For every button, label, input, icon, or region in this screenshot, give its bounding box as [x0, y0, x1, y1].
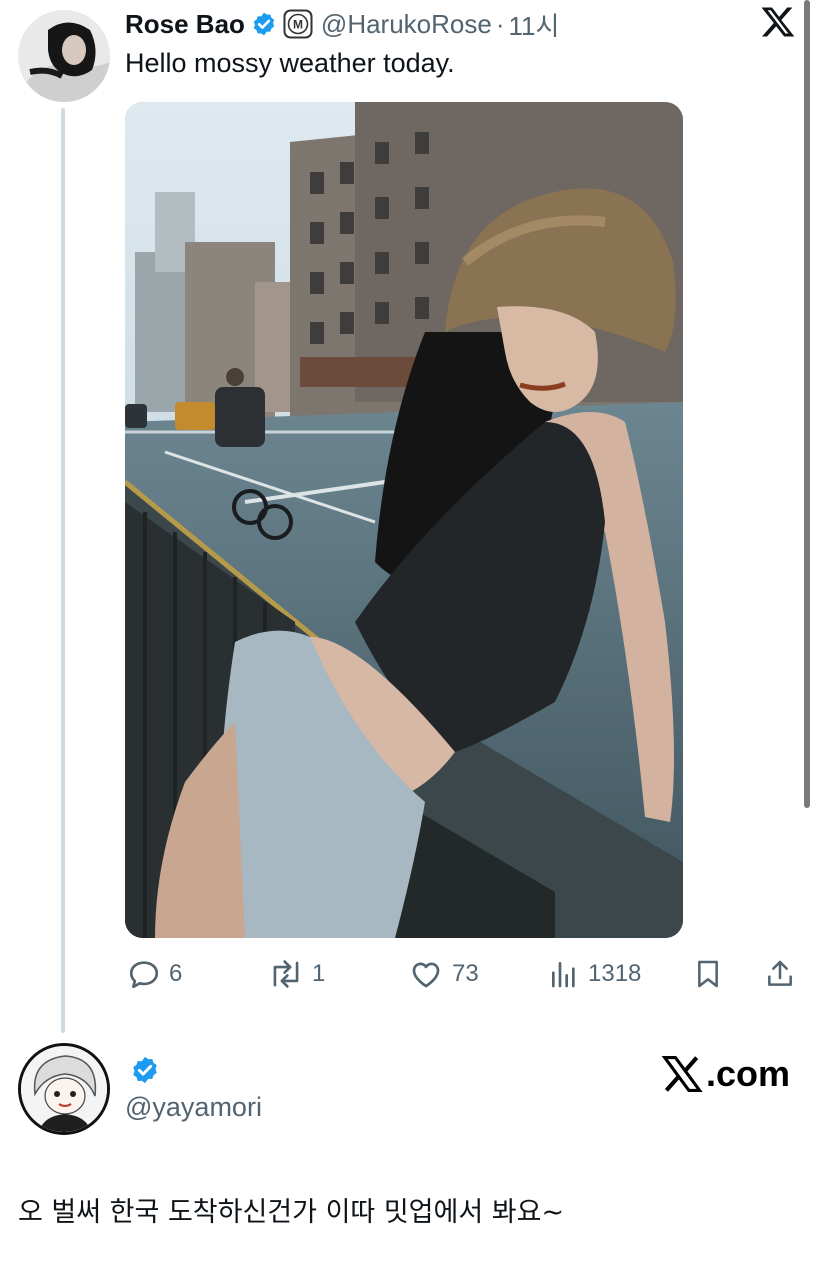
bookmark-button[interactable] [692, 950, 724, 998]
reply-button[interactable]: 6 [127, 950, 182, 998]
x-brand-icon [661, 1056, 703, 1092]
retweet-count: 1 [312, 960, 326, 987]
reply-icon [129, 961, 159, 989]
tweet-text: Hello mossy weather today. [125, 48, 455, 78]
bookmark-icon [698, 960, 718, 988]
heart-icon [412, 962, 440, 988]
like-count: 73 [452, 960, 479, 987]
tweet-thread-page: Rose Bao M @HarukoRose · 11시 Hello mossy… [0, 0, 813, 1280]
tweet-photo[interactable] [125, 102, 683, 938]
like-button[interactable]: 73 [408, 950, 479, 998]
tweet-action-bar: 6 1 73 1318 [0, 950, 813, 998]
scrollbar[interactable] [804, 0, 810, 808]
x-logo-icon[interactable] [760, 4, 796, 40]
share-button[interactable] [764, 950, 796, 998]
street-photo-image [125, 102, 683, 938]
tweet-header: Rose Bao M @HarukoRose · 11시 [125, 6, 559, 42]
author-avatar[interactable] [18, 10, 110, 102]
author-display-name[interactable]: Rose Bao [125, 9, 245, 40]
reply-author-handle[interactable]: @yayamori [125, 1092, 262, 1123]
author-handle[interactable]: @HarukoRose [321, 9, 492, 40]
reply-verified-badge-icon [130, 1055, 160, 1085]
reply-text: 오 벌써 한국 도착하신건가 이따 밋업에서 봐요~ [18, 1197, 565, 1228]
view-count: 1318 [588, 960, 642, 987]
watermark-domain-text: .com [706, 1053, 791, 1094]
reply-count: 6 [169, 960, 183, 987]
views-chart-icon [552, 962, 575, 988]
author-avatar-image [18, 10, 110, 102]
verified-badge-icon [251, 11, 277, 37]
tweet-timestamp[interactable]: 11시 [509, 6, 560, 43]
reply-author-avatar[interactable] [18, 1043, 110, 1135]
retweet-button[interactable]: 1 [268, 950, 325, 998]
x-com-watermark: .com [660, 1052, 790, 1096]
thread-connector-line [61, 108, 65, 1033]
affiliate-badge-icon[interactable]: M [283, 9, 313, 39]
retweet-icon [273, 960, 299, 988]
share-icon [768, 960, 792, 986]
reply-avatar-image [21, 1046, 107, 1132]
meta-separator: · [495, 8, 505, 39]
views-button[interactable]: 1318 [548, 950, 641, 998]
affiliate-badge-letter: M [293, 18, 303, 32]
